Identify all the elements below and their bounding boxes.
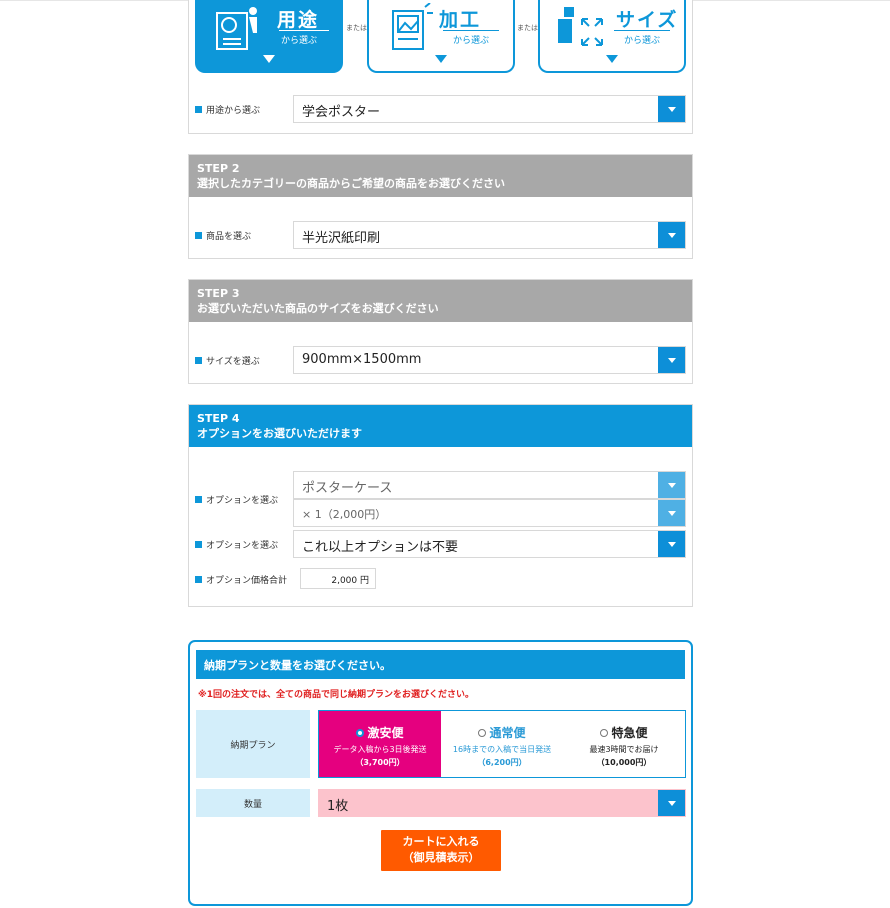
plan-label: 納期プラン <box>196 710 310 778</box>
step-title: STEP 3 <box>197 287 240 300</box>
purpose-label: 用途から選ぶ <box>195 103 260 116</box>
chevron-down-icon[interactable] <box>658 500 685 526</box>
plan-desc: 最速3時間でお届け <box>589 745 659 754</box>
select-value: 半光沢紙印刷 <box>302 231 381 246</box>
plan-price: （10,000円） <box>596 758 652 767</box>
plan-name: 激安便 <box>319 724 441 741</box>
step4-header: STEP 4 オプションをお選びいただけます <box>189 405 692 447</box>
card-title: サイズ <box>616 9 679 31</box>
size-label: サイズを選ぶ <box>195 354 260 367</box>
select-value: 1枚 <box>327 799 349 814</box>
step-subtitle: お選びいただいた商品のサイズをお選びください <box>197 302 439 315</box>
chevron-down-icon[interactable] <box>658 222 685 248</box>
step-subtitle: オプションをお選びいただけます <box>197 427 362 440</box>
step3-panel: STEP 3 お選びいただいた商品のサイズをお選びください サイズを選ぶ 900… <box>188 279 693 384</box>
usage-card-processing[interactable]: 加工 から選ぶ <box>367 0 515 73</box>
plan-selector: 激安便 データ入稿から3日後発送 （3,700円） 通常便 16時までの入稿で当… <box>318 710 686 778</box>
bullet-square-icon <box>195 576 202 583</box>
chevron-down-icon[interactable] <box>658 472 685 498</box>
qty-select[interactable]: 1枚 <box>318 789 686 817</box>
plan-name: 特急便 <box>563 724 685 741</box>
radio-icon <box>600 728 609 737</box>
chevron-down-icon[interactable] <box>658 96 685 122</box>
plan-name-text: 特急便 <box>611 726 648 740</box>
or-text: または <box>517 24 538 32</box>
option-label-text: オプションを選ぶ <box>206 541 279 551</box>
size-select[interactable]: 900mm×1500mm <box>293 346 686 374</box>
usage-card-size[interactable]: サイズ から選ぶ <box>538 0 686 73</box>
bullet-square-icon <box>195 106 202 113</box>
step2-header: STEP 2 選択したカテゴリーの商品からご希望の商品をお選びください <box>189 155 692 197</box>
option2-select[interactable]: これ以上オプションは不要 <box>293 530 686 558</box>
bullet-square-icon <box>195 232 202 239</box>
plan-desc: データ入稿から3日後発送 <box>333 745 427 754</box>
option1-select[interactable]: ポスターケース <box>293 471 686 499</box>
cart-button-line2: （御見積表示） <box>402 851 480 864</box>
product-label-text: 商品を選ぶ <box>206 232 252 242</box>
purpose-select[interactable]: 学会ポスター <box>293 95 686 123</box>
card-underline <box>614 30 670 31</box>
delivery-panel: 納期プランと数量をお選びください。 ※1回の注文では、全ての商品で同じ納期プラン… <box>188 640 693 906</box>
option1-quantity-select[interactable]: × 1（2,000円） <box>293 499 686 527</box>
select-value: ポスターケース <box>302 481 393 496</box>
option-label-2: オプションを選ぶ <box>195 538 278 551</box>
card-sub: から選ぶ <box>452 36 489 46</box>
select-value: × 1（2,000円） <box>302 508 387 521</box>
option-total-label: オプション価格合計 <box>195 573 287 586</box>
bullet-square-icon <box>195 541 202 548</box>
bullet-square-icon <box>195 357 202 364</box>
step-title: STEP 4 <box>197 412 240 425</box>
plan-name-text: 通常便 <box>489 726 526 740</box>
card-title: 用途 <box>277 9 320 31</box>
option-label-1: オプションを選ぶ <box>195 493 278 506</box>
plan-name-text: 激安便 <box>367 726 404 740</box>
add-to-cart-button[interactable]: カートに入れる （御見積表示） <box>381 830 501 871</box>
plan-price: （3,700円） <box>355 758 405 767</box>
bullet-square-icon <box>195 496 202 503</box>
radio-icon <box>356 728 365 737</box>
plan-price: （6,200円） <box>477 758 527 767</box>
qty-label: 数量 <box>196 789 310 817</box>
card-underline <box>443 30 499 31</box>
or-text: または <box>346 24 367 32</box>
cart-button-line1: カートに入れる <box>402 835 480 848</box>
chevron-down-icon[interactable] <box>658 790 685 816</box>
purpose-label-text: 用途から選ぶ <box>206 106 261 116</box>
step-title: STEP 2 <box>197 162 240 175</box>
plan-name: 通常便 <box>441 724 563 741</box>
chevron-down-icon[interactable] <box>658 347 685 373</box>
option-label-text: オプションを選ぶ <box>206 496 279 506</box>
card-sub: から選ぶ <box>280 36 317 46</box>
chevron-down-icon[interactable] <box>658 531 685 557</box>
select-value: これ以上オプションは不要 <box>302 540 459 555</box>
option-total-value: 2,000 円 <box>300 568 376 589</box>
down-arrow-icon <box>435 55 447 63</box>
step3-header: STEP 3 お選びいただいた商品のサイズをお選びください <box>189 280 692 322</box>
card-underline <box>279 30 329 31</box>
step-subtitle: 選択したカテゴリーの商品からご希望の商品をお選びください <box>197 177 505 190</box>
plan-option-express[interactable]: 特急便 最速3時間でお届け （10,000円） <box>563 711 685 777</box>
card-sub: から選ぶ <box>623 36 660 46</box>
option-total-label-text: オプション価格合計 <box>206 576 288 586</box>
step2-panel: STEP 2 選択したカテゴリーの商品からご希望の商品をお選びください 商品を選… <box>188 154 693 259</box>
step1-panel: 用途 から選ぶ または 加工 から選ぶ または サイズ から選ぶ 用途から選ぶ … <box>188 0 693 134</box>
usage-card-purpose[interactable]: 用途 から選ぶ <box>195 0 343 73</box>
delivery-header: 納期プランと数量をお選びください。 <box>196 650 685 679</box>
down-arrow-icon <box>606 55 618 63</box>
select-value: 900mm×1500mm <box>302 352 422 367</box>
plan-desc: 16時までの入稿で当日発送 <box>452 745 552 754</box>
select-value: 学会ポスター <box>302 105 381 120</box>
radio-icon <box>478 728 487 737</box>
product-label: 商品を選ぶ <box>195 229 251 242</box>
size-label-text: サイズを選ぶ <box>206 357 260 367</box>
card-title: 加工 <box>439 9 482 31</box>
plan-option-cheap[interactable]: 激安便 データ入稿から3日後発送 （3,700円） <box>319 711 441 777</box>
step4-panel: STEP 4 オプションをお選びいただけます オプションを選ぶ ポスターケース … <box>188 404 693 607</box>
delivery-note: ※1回の注文では、全ての商品で同じ納期プランをお選びください。 <box>198 690 475 700</box>
plan-option-normal[interactable]: 通常便 16時までの入稿で当日発送 （6,200円） <box>441 711 563 777</box>
product-select[interactable]: 半光沢紙印刷 <box>293 221 686 249</box>
down-arrow-icon <box>263 55 275 63</box>
